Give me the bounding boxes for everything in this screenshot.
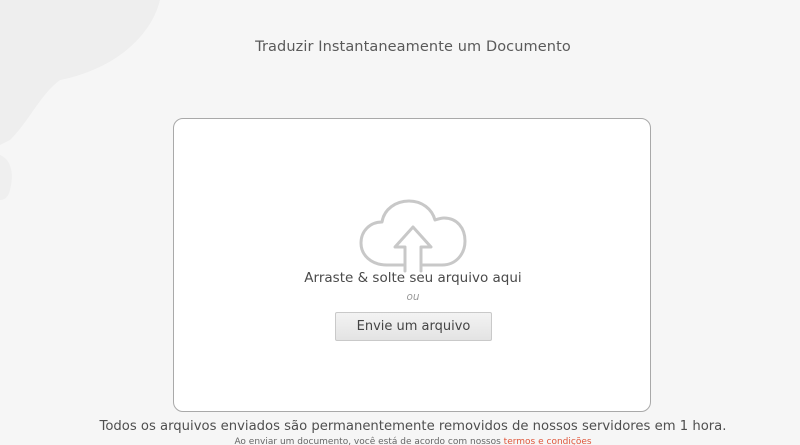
file-drop-zone[interactable]: Arraste & solte seu arquivo aqui ou Envi… <box>173 118 651 412</box>
page-title: Traduzir Instantaneamente um Documento <box>255 39 571 55</box>
upload-file-button[interactable]: Envie um arquivo <box>335 312 492 341</box>
or-separator: ou <box>406 291 420 303</box>
drag-and-drop-text: Arraste & solte seu arquivo aqui <box>304 270 522 286</box>
cloud-upload-icon <box>359 199 467 273</box>
terms-line: Ao enviar um documento, você está de aco… <box>0 437 800 445</box>
terms-link[interactable]: termos e condições <box>504 437 592 445</box>
page: Traduzir Instantaneamente um Documento A… <box>0 0 800 445</box>
file-removal-notice: Todos os arquivos enviados são permanent… <box>99 419 727 434</box>
terms-prefix: Ao enviar um documento, você está de aco… <box>234 437 501 445</box>
